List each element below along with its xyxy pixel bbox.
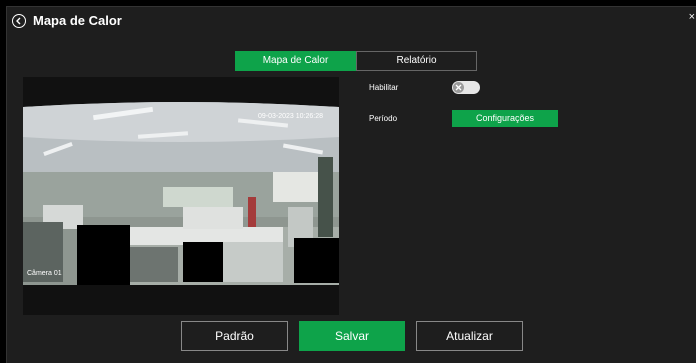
toggle-off-icon <box>453 82 464 93</box>
tab-bar: Mapa de Calor Relatório <box>235 51 477 71</box>
enable-label: Habilitar <box>369 83 399 92</box>
page-title: Mapa de Calor <box>33 13 122 28</box>
heatmap-panel: Mapa de Calor × Mapa de Calor Relatório <box>6 6 696 363</box>
close-icon[interactable]: × <box>689 11 695 23</box>
tab-heatmap[interactable]: Mapa de Calor <box>235 51 356 71</box>
panel-header: Mapa de Calor × <box>7 7 696 37</box>
configurations-button[interactable]: Configurações <box>452 110 558 127</box>
camera-preview: 09-03-2023 10:26:28 Câmera 01 <box>23 77 339 315</box>
save-button[interactable]: Salvar <box>299 321 405 351</box>
chevron-left-icon <box>16 17 21 25</box>
camera-channel-label: Câmera 01 <box>27 270 62 277</box>
camera-image: 09-03-2023 10:26:28 Câmera 01 <box>23 77 339 315</box>
tab-report[interactable]: Relatório <box>356 51 477 71</box>
camera-timestamp: 09-03-2023 10:26:28 <box>258 113 323 120</box>
back-button[interactable] <box>12 14 26 28</box>
period-label: Período <box>369 114 398 123</box>
enable-toggle[interactable] <box>452 81 480 94</box>
default-button[interactable]: Padrão <box>181 321 288 351</box>
refresh-button[interactable]: Atualizar <box>416 321 523 351</box>
